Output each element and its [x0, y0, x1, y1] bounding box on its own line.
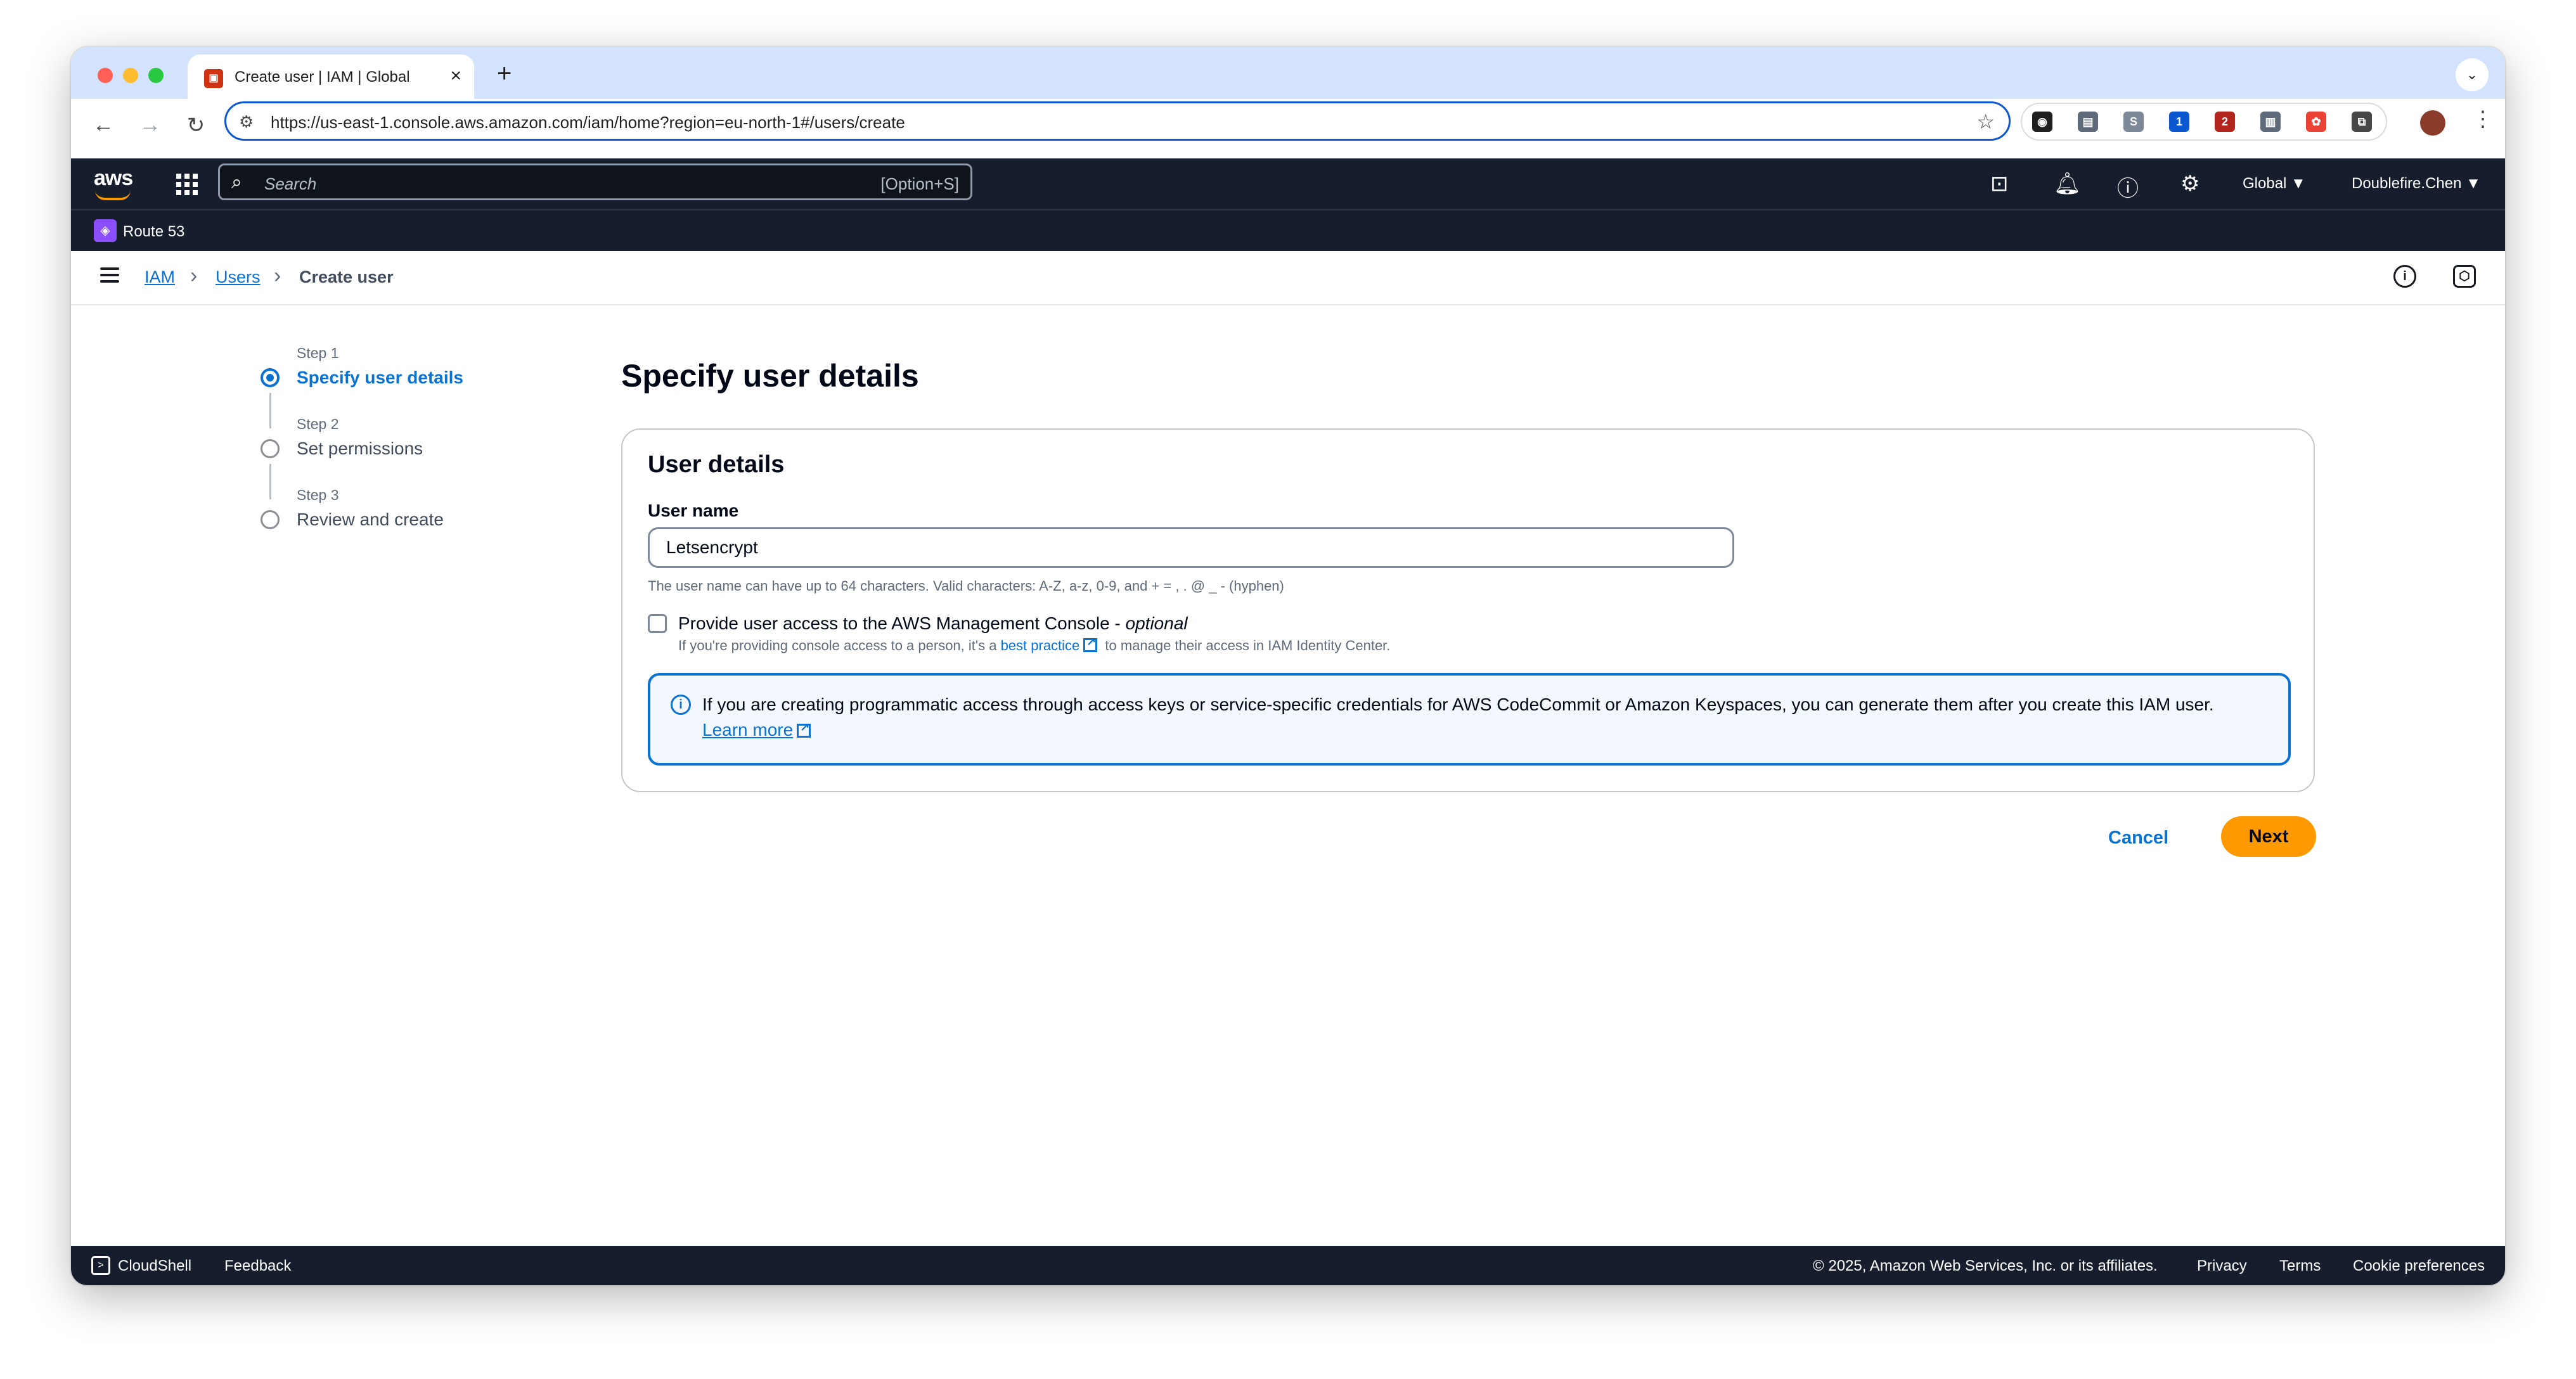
- puzzle-extensions-icon[interactable]: ⧉: [2352, 112, 2372, 132]
- favorites-bar: ◈ Route 53: [71, 209, 2505, 252]
- bookmark-star-icon[interactable]: ☆: [1976, 110, 1995, 134]
- page-title: Specify user details: [621, 358, 919, 394]
- cloudshell-icon[interactable]: ⊡: [1990, 171, 2009, 196]
- console-search-input[interactable]: ⌕ Search [Option+S]: [218, 164, 972, 200]
- console-access-description: If you're providing console access to a …: [678, 635, 1391, 654]
- region-selector[interactable]: Global ▼: [2243, 175, 2306, 193]
- step-2-title: Set permissions: [297, 439, 423, 458]
- favorite-route53-link[interactable]: Route 53: [123, 223, 184, 241]
- minimize-window-button[interactable]: [123, 68, 138, 83]
- breadcrumb-current: Create user: [299, 267, 394, 286]
- privacy-link[interactable]: Privacy: [2197, 1257, 2247, 1275]
- breadcrumb-iam[interactable]: IAM: [145, 267, 175, 287]
- learn-more-link[interactable]: Learn more: [702, 720, 815, 740]
- username-hint: The user name can have up to 64 characte…: [648, 578, 1284, 594]
- account-menu[interactable]: Doublefire.Chen ▼: [2352, 175, 2481, 193]
- cancel-button[interactable]: Cancel: [2108, 828, 2168, 849]
- breadcrumb-bar: IAM › Users › Create user i ⬡: [71, 251, 2505, 305]
- info-panel-icon[interactable]: i: [2393, 265, 2416, 288]
- console-access-label[interactable]: Provide user access to the AWS Managemen…: [678, 613, 1188, 634]
- notifications-bell-icon[interactable]: 🔔︎: [2054, 171, 2081, 196]
- settings-gear-icon[interactable]: ⚙: [2180, 171, 2199, 196]
- step-3-icon: [261, 510, 280, 529]
- extension-7-icon[interactable]: ✿: [2306, 112, 2326, 132]
- best-practice-link[interactable]: best practice: [1001, 638, 1080, 653]
- profile-avatar[interactable]: [2420, 110, 2445, 136]
- forward-arrow-icon[interactable]: →: [134, 113, 166, 138]
- console-footer: > CloudShell Feedback © 2025, Amazon Web…: [71, 1246, 2505, 1285]
- step-3-number: Step 3: [297, 487, 339, 503]
- search-placeholder: Search: [264, 174, 317, 193]
- route53-icon: ◈: [94, 219, 117, 242]
- step-1-title: Specify user details: [297, 368, 464, 387]
- extension-5-icon[interactable]: 2: [2215, 112, 2235, 132]
- reload-icon[interactable]: ↻: [180, 113, 212, 138]
- container-title: User details: [648, 451, 785, 478]
- browser-tab[interactable]: ▣ Create user | IAM | Global ×: [188, 55, 474, 99]
- security-shield-icon[interactable]: ⬡: [2453, 265, 2476, 288]
- step-1-active-icon: [261, 368, 280, 387]
- search-icon: ⌕: [231, 172, 242, 193]
- feedback-link[interactable]: Feedback: [224, 1257, 291, 1275]
- user-details-container: User details User name The user name can…: [621, 428, 2315, 792]
- console-access-label-text: Provide user access to the AWS Managemen…: [678, 613, 1126, 633]
- maximize-window-button[interactable]: [148, 68, 164, 83]
- extension-2-icon[interactable]: ▤: [2078, 112, 2098, 132]
- close-window-button[interactable]: [98, 68, 113, 83]
- extension-1-icon[interactable]: ◉: [2032, 112, 2052, 132]
- tab-close-icon[interactable]: ×: [450, 65, 461, 87]
- copyright-text: © 2025, Amazon Web Services, Inc. or its…: [1813, 1257, 2158, 1274]
- step-2-number: Step 2: [297, 416, 339, 432]
- breadcrumb-users[interactable]: Users: [216, 267, 261, 287]
- info-alert: i If you are creating programmatic acces…: [648, 673, 2291, 766]
- extensions-group: ◉ ▤ S 1 2 ▥ ✿ ⧉: [2021, 103, 2387, 141]
- cloudshell-footer-icon: >: [91, 1256, 110, 1275]
- extension-6-icon[interactable]: ▥: [2260, 112, 2281, 132]
- username-input[interactable]: [648, 527, 1734, 568]
- address-bar[interactable]: ⚙ https://us-east-1.console.aws.amazon.c…: [224, 101, 2011, 141]
- optional-text: optional: [1125, 613, 1188, 633]
- breadcrumb-chevron-icon: ›: [190, 264, 198, 288]
- terms-link[interactable]: Terms: [2279, 1257, 2321, 1275]
- step-connector: [269, 464, 271, 499]
- aws-favicon-icon: ▣: [204, 69, 223, 88]
- username-label: User name: [648, 501, 739, 520]
- aws-top-nav: aws ⌕ Search [Option+S] ⊡ 🔔︎ ⓘ ⚙ Global …: [71, 158, 2505, 209]
- extension-3-icon[interactable]: S: [2123, 112, 2144, 132]
- tab-search-chevron-icon[interactable]: ⌄: [2456, 58, 2489, 91]
- help-icon[interactable]: ⓘ: [2117, 171, 2139, 202]
- extension-4-badge: 1: [2175, 115, 2182, 128]
- side-nav-menu-icon[interactable]: [100, 267, 119, 283]
- search-shortcut: [Option+S]: [880, 174, 959, 193]
- next-button[interactable]: Next: [2221, 816, 2316, 857]
- cloudshell-link[interactable]: CloudShell: [118, 1257, 191, 1275]
- breadcrumb-chevron-icon: ›: [274, 264, 281, 288]
- external-link-icon: [797, 721, 811, 738]
- step-2-icon: [261, 439, 280, 458]
- step-connector: [269, 393, 271, 428]
- info-alert-text: If you are creating programmatic access …: [702, 695, 2214, 714]
- aws-logo-smile: [95, 190, 131, 200]
- browser-window: ▣ Create user | IAM | Global × + ⌄ ← → ↻…: [71, 47, 2505, 1285]
- url-text: https://us-east-1.console.aws.amazon.com…: [271, 113, 905, 132]
- aws-logo[interactable]: aws: [94, 166, 133, 191]
- tab-title: Create user | IAM | Global: [235, 68, 410, 86]
- learn-more-text: Learn more: [702, 720, 794, 740]
- tab-strip: ▣ Create user | IAM | Global × + ⌄: [71, 47, 2505, 99]
- services-grid-icon[interactable]: [176, 174, 198, 195]
- cookie-preferences-link[interactable]: Cookie preferences: [2353, 1257, 2485, 1275]
- browser-menu-icon[interactable]: ⋮: [2472, 106, 2494, 132]
- info-icon: i: [671, 695, 691, 715]
- back-arrow-icon[interactable]: ←: [87, 113, 119, 138]
- step-3-title: Review and create: [297, 510, 444, 529]
- extension-5-badge: 2: [2221, 115, 2228, 128]
- console-desc-prefix: If you're providing console access to a …: [678, 638, 1001, 653]
- console-desc-suffix: to manage their access in IAM Identity C…: [1101, 638, 1391, 653]
- step-1-number: Step 1: [297, 345, 339, 361]
- console-access-checkbox[interactable]: [648, 614, 667, 633]
- extension-4-icon[interactable]: 1: [2169, 112, 2189, 132]
- site-info-icon[interactable]: ⚙: [239, 112, 254, 132]
- new-tab-icon[interactable]: +: [497, 60, 512, 88]
- external-link-icon: [1083, 635, 1098, 652]
